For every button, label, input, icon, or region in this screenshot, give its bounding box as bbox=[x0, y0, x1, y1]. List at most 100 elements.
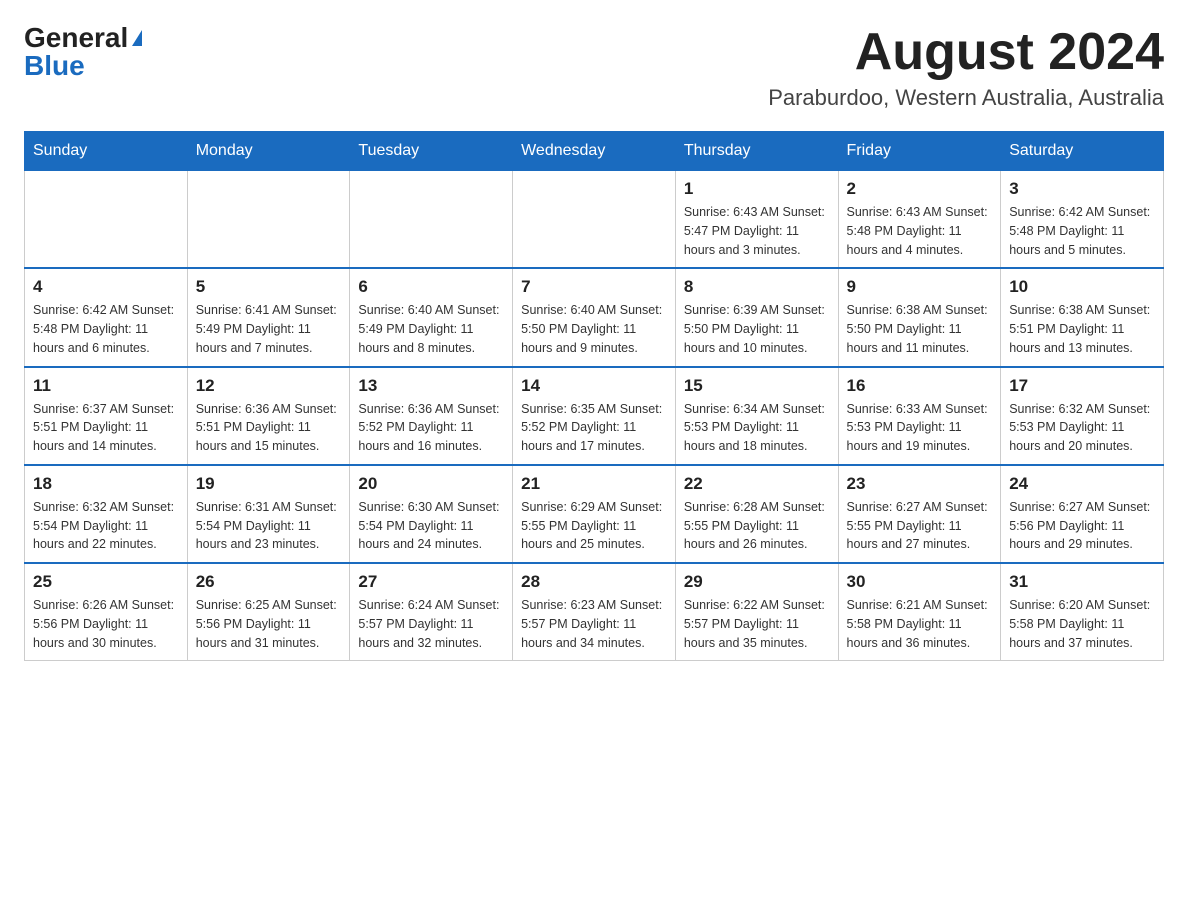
day-number: 16 bbox=[847, 376, 993, 396]
day-number: 5 bbox=[196, 277, 342, 297]
day-info: Sunrise: 6:40 AM Sunset: 5:49 PM Dayligh… bbox=[358, 301, 504, 357]
calendar-cell: 9 Sunrise: 6:38 AM Sunset: 5:50 PM Daylig… bbox=[838, 268, 1001, 366]
calendar-cell: 18Sunrise: 6:32 AM Sunset: 5:54 PM Dayli… bbox=[25, 465, 188, 563]
day-number: 3 bbox=[1009, 179, 1155, 199]
calendar-cell: 3Sunrise: 6:42 AM Sunset: 5:48 PM Daylig… bbox=[1001, 171, 1164, 269]
column-header-sunday: Sunday bbox=[25, 132, 188, 171]
month-title: August 2024 bbox=[768, 24, 1164, 81]
day-info: Sunrise: 6:43 AM Sunset: 5:47 PM Dayligh… bbox=[684, 203, 830, 259]
day-info: Sunrise: 6:23 AM Sunset: 5:57 PM Dayligh… bbox=[521, 596, 667, 652]
day-info: Sunrise: 6:25 AM Sunset: 5:56 PM Dayligh… bbox=[196, 596, 342, 652]
calendar-cell: 16Sunrise: 6:33 AM Sunset: 5:53 PM Dayli… bbox=[838, 367, 1001, 465]
day-number: 2 bbox=[847, 179, 993, 199]
calendar-cell bbox=[25, 171, 188, 269]
calendar-cell: 30 Sunrise: 6:21 AM Sunset: 5:58 PM Dayli… bbox=[838, 563, 1001, 661]
day-info: Sunrise: 6:22 AM Sunset: 5:57 PM Dayligh… bbox=[684, 596, 830, 652]
page-header: General Blue August 2024 Paraburdoo, Wes… bbox=[24, 24, 1164, 111]
day-info: Sunrise: 6:21 AM Sunset: 5:58 PM Dayligh… bbox=[847, 596, 993, 652]
column-header-monday: Monday bbox=[187, 132, 350, 171]
day-number: 28 bbox=[521, 572, 667, 592]
calendar-week-row: 4Sunrise: 6:42 AM Sunset: 5:48 PM Daylig… bbox=[25, 268, 1164, 366]
location-title: Paraburdoo, Western Australia, Australia bbox=[768, 85, 1164, 111]
logo-triangle-icon bbox=[132, 30, 142, 46]
day-number: 19 bbox=[196, 474, 342, 494]
calendar-cell: 21 Sunrise: 6:29 AM Sunset: 5:55 PM Dayli… bbox=[513, 465, 676, 563]
column-header-tuesday: Tuesday bbox=[350, 132, 513, 171]
calendar-cell: 27Sunrise: 6:24 AM Sunset: 5:57 PM Dayli… bbox=[350, 563, 513, 661]
column-header-saturday: Saturday bbox=[1001, 132, 1164, 171]
day-number: 13 bbox=[358, 376, 504, 396]
calendar-cell: 2 Sunrise: 6:43 AM Sunset: 5:48 PM Daylig… bbox=[838, 171, 1001, 269]
day-number: 15 bbox=[684, 376, 830, 396]
calendar-cell: 1Sunrise: 6:43 AM Sunset: 5:47 PM Daylig… bbox=[675, 171, 838, 269]
logo-general-text: General bbox=[24, 24, 128, 52]
calendar-week-row: 18Sunrise: 6:32 AM Sunset: 5:54 PM Dayli… bbox=[25, 465, 1164, 563]
day-number: 26 bbox=[196, 572, 342, 592]
day-number: 25 bbox=[33, 572, 179, 592]
day-number: 20 bbox=[358, 474, 504, 494]
day-number: 7 bbox=[521, 277, 667, 297]
calendar-week-row: 1Sunrise: 6:43 AM Sunset: 5:47 PM Daylig… bbox=[25, 171, 1164, 269]
day-number: 6 bbox=[358, 277, 504, 297]
day-number: 10 bbox=[1009, 277, 1155, 297]
day-info: Sunrise: 6:32 AM Sunset: 5:54 PM Dayligh… bbox=[33, 498, 179, 554]
day-info: Sunrise: 6:38 AM Sunset: 5:51 PM Dayligh… bbox=[1009, 301, 1155, 357]
calendar-cell bbox=[513, 171, 676, 269]
day-info: Sunrise: 6:39 AM Sunset: 5:50 PM Dayligh… bbox=[684, 301, 830, 357]
day-number: 12 bbox=[196, 376, 342, 396]
calendar-cell: 11 Sunrise: 6:37 AM Sunset: 5:51 PM Dayli… bbox=[25, 367, 188, 465]
day-info: Sunrise: 6:34 AM Sunset: 5:53 PM Dayligh… bbox=[684, 400, 830, 456]
column-header-friday: Friday bbox=[838, 132, 1001, 171]
day-info: Sunrise: 6:35 AM Sunset: 5:52 PM Dayligh… bbox=[521, 400, 667, 456]
day-number: 29 bbox=[684, 572, 830, 592]
calendar-cell: 10 Sunrise: 6:38 AM Sunset: 5:51 PM Dayli… bbox=[1001, 268, 1164, 366]
calendar-cell: 20 Sunrise: 6:30 AM Sunset: 5:54 PM Dayli… bbox=[350, 465, 513, 563]
day-info: Sunrise: 6:37 AM Sunset: 5:51 PM Dayligh… bbox=[33, 400, 179, 456]
calendar-cell: 13 Sunrise: 6:36 AM Sunset: 5:52 PM Dayli… bbox=[350, 367, 513, 465]
calendar-cell: 7 Sunrise: 6:40 AM Sunset: 5:50 PM Daylig… bbox=[513, 268, 676, 366]
calendar-cell bbox=[187, 171, 350, 269]
day-info: Sunrise: 6:31 AM Sunset: 5:54 PM Dayligh… bbox=[196, 498, 342, 554]
day-number: 17 bbox=[1009, 376, 1155, 396]
day-info: Sunrise: 6:27 AM Sunset: 5:56 PM Dayligh… bbox=[1009, 498, 1155, 554]
day-info: Sunrise: 6:27 AM Sunset: 5:55 PM Dayligh… bbox=[847, 498, 993, 554]
calendar-cell: 4Sunrise: 6:42 AM Sunset: 5:48 PM Daylig… bbox=[25, 268, 188, 366]
calendar-cell: 29 Sunrise: 6:22 AM Sunset: 5:57 PM Dayli… bbox=[675, 563, 838, 661]
calendar-table: SundayMondayTuesdayWednesdayThursdayFrid… bbox=[24, 131, 1164, 661]
day-info: Sunrise: 6:36 AM Sunset: 5:51 PM Dayligh… bbox=[196, 400, 342, 456]
calendar-cell: 19 Sunrise: 6:31 AM Sunset: 5:54 PM Dayli… bbox=[187, 465, 350, 563]
day-number: 11 bbox=[33, 376, 179, 396]
calendar-cell: 15 Sunrise: 6:34 AM Sunset: 5:53 PM Dayli… bbox=[675, 367, 838, 465]
calendar-cell: 24Sunrise: 6:27 AM Sunset: 5:56 PM Dayli… bbox=[1001, 465, 1164, 563]
day-info: Sunrise: 6:42 AM Sunset: 5:48 PM Dayligh… bbox=[33, 301, 179, 357]
logo: General Blue bbox=[24, 24, 142, 80]
day-info: Sunrise: 6:38 AM Sunset: 5:50 PM Dayligh… bbox=[847, 301, 993, 357]
calendar-cell: 17Sunrise: 6:32 AM Sunset: 5:53 PM Dayli… bbox=[1001, 367, 1164, 465]
day-info: Sunrise: 6:29 AM Sunset: 5:55 PM Dayligh… bbox=[521, 498, 667, 554]
calendar-cell: 14Sunrise: 6:35 AM Sunset: 5:52 PM Dayli… bbox=[513, 367, 676, 465]
calendar-cell: 31Sunrise: 6:20 AM Sunset: 5:58 PM Dayli… bbox=[1001, 563, 1164, 661]
calendar-cell: 28 Sunrise: 6:23 AM Sunset: 5:57 PM Dayli… bbox=[513, 563, 676, 661]
day-info: Sunrise: 6:30 AM Sunset: 5:54 PM Dayligh… bbox=[358, 498, 504, 554]
calendar-header-row: SundayMondayTuesdayWednesdayThursdayFrid… bbox=[25, 132, 1164, 171]
day-number: 21 bbox=[521, 474, 667, 494]
calendar-cell: 8Sunrise: 6:39 AM Sunset: 5:50 PM Daylig… bbox=[675, 268, 838, 366]
calendar-cell: 22Sunrise: 6:28 AM Sunset: 5:55 PM Dayli… bbox=[675, 465, 838, 563]
calendar-week-row: 25Sunrise: 6:26 AM Sunset: 5:56 PM Dayli… bbox=[25, 563, 1164, 661]
day-number: 27 bbox=[358, 572, 504, 592]
calendar-cell: 6 Sunrise: 6:40 AM Sunset: 5:49 PM Daylig… bbox=[350, 268, 513, 366]
calendar-cell: 25Sunrise: 6:26 AM Sunset: 5:56 PM Dayli… bbox=[25, 563, 188, 661]
calendar-cell: 12 Sunrise: 6:36 AM Sunset: 5:51 PM Dayli… bbox=[187, 367, 350, 465]
day-info: Sunrise: 6:40 AM Sunset: 5:50 PM Dayligh… bbox=[521, 301, 667, 357]
day-number: 22 bbox=[684, 474, 830, 494]
calendar-cell bbox=[350, 171, 513, 269]
column-header-wednesday: Wednesday bbox=[513, 132, 676, 171]
calendar-cell: 23Sunrise: 6:27 AM Sunset: 5:55 PM Dayli… bbox=[838, 465, 1001, 563]
day-number: 31 bbox=[1009, 572, 1155, 592]
calendar-cell: 26 Sunrise: 6:25 AM Sunset: 5:56 PM Dayli… bbox=[187, 563, 350, 661]
day-number: 9 bbox=[847, 277, 993, 297]
day-info: Sunrise: 6:43 AM Sunset: 5:48 PM Dayligh… bbox=[847, 203, 993, 259]
day-number: 30 bbox=[847, 572, 993, 592]
day-info: Sunrise: 6:41 AM Sunset: 5:49 PM Dayligh… bbox=[196, 301, 342, 357]
day-info: Sunrise: 6:36 AM Sunset: 5:52 PM Dayligh… bbox=[358, 400, 504, 456]
